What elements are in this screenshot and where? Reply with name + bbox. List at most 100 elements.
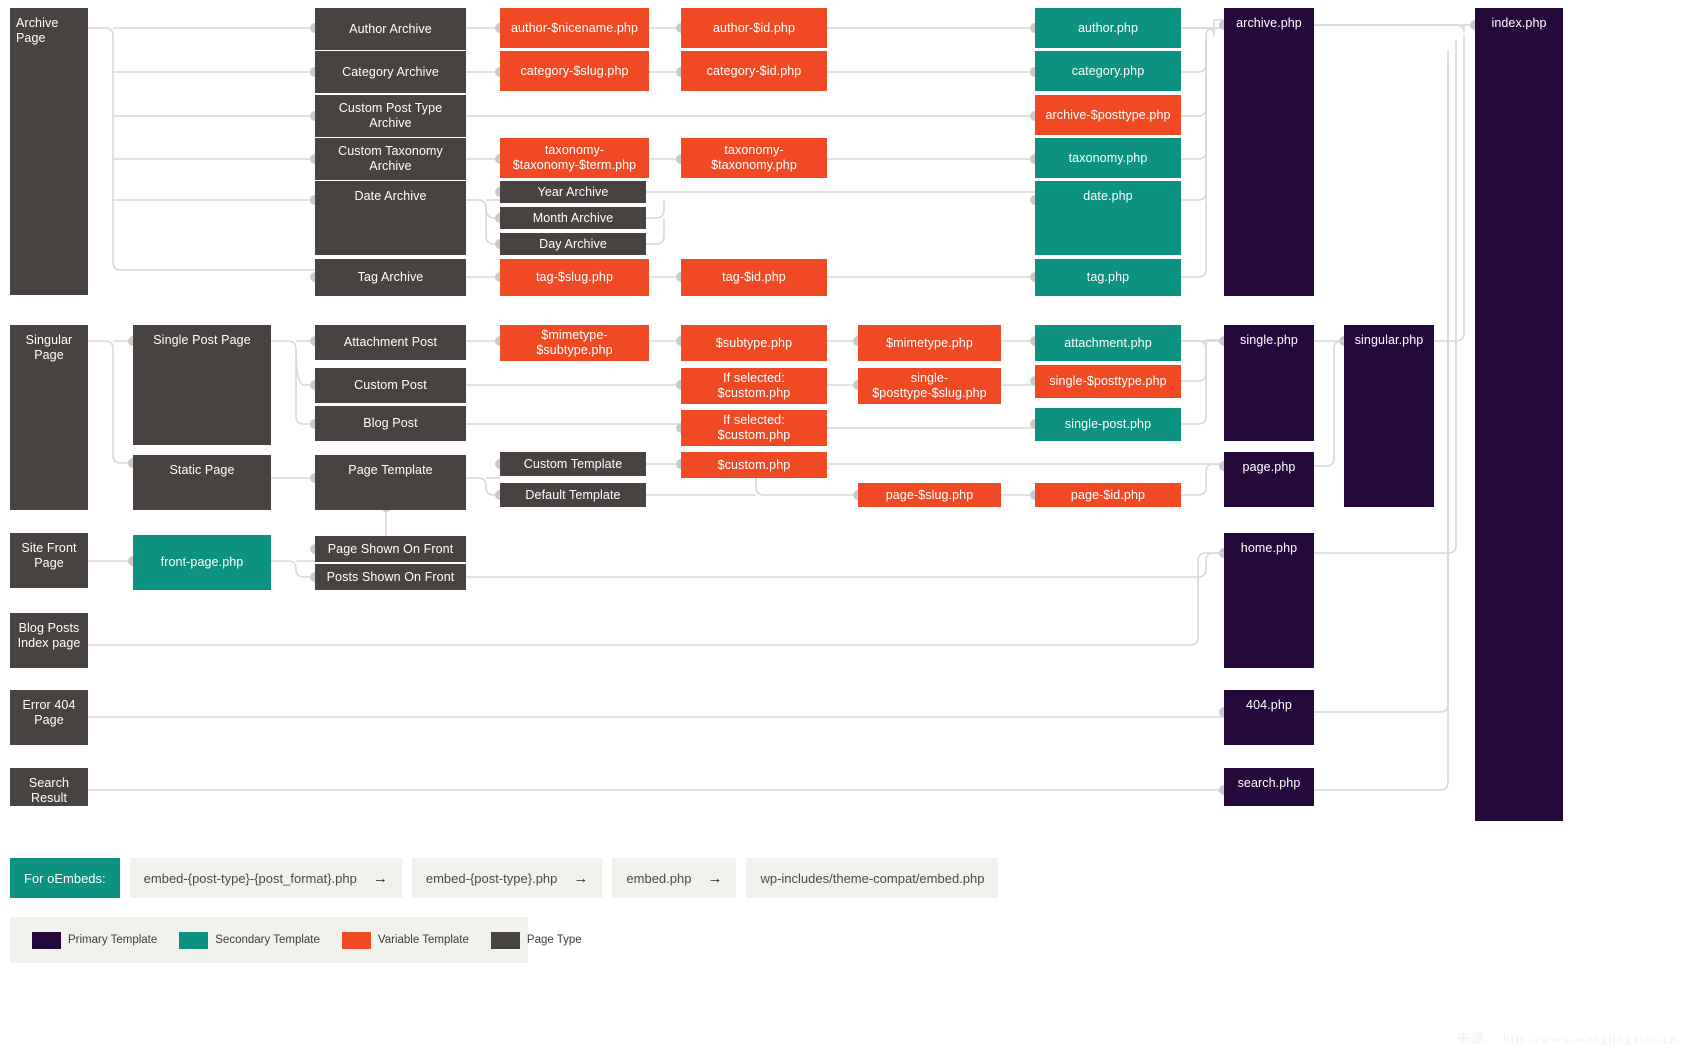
node-custom-post-type-archive[interactable]: Custom Post Type Archive bbox=[315, 95, 466, 137]
node-site-front-page[interactable]: Site Front Page bbox=[10, 533, 88, 588]
node-blog-post-label: Blog Post bbox=[363, 416, 418, 431]
node-page-id-php[interactable]: page-$id.php bbox=[1035, 483, 1181, 507]
oembed-step-2-label: embed.php bbox=[626, 870, 692, 886]
node-author-archive[interactable]: Author Archive bbox=[315, 8, 466, 50]
legend-label-primary: Primary Template bbox=[68, 934, 158, 946]
node-singular-page[interactable]: Singular Page bbox=[10, 325, 88, 510]
node-date-php-label: date.php bbox=[1083, 189, 1133, 203]
node-author-nicename-php[interactable]: author-$nicename.php bbox=[500, 8, 649, 48]
node-date-php[interactable]: date.php bbox=[1035, 181, 1181, 255]
node-date-archive-label: Date Archive bbox=[354, 189, 427, 203]
node-category-archive[interactable]: Category Archive bbox=[315, 51, 466, 93]
legend-label-secondary: Secondary Template bbox=[215, 934, 320, 946]
node-search-php[interactable]: search.php bbox=[1224, 768, 1314, 806]
node-taxonomy-php[interactable]: taxonomy.php bbox=[1035, 138, 1181, 178]
node-mimetype-php[interactable]: $mimetype.php bbox=[858, 325, 1001, 361]
node-tag-slug-php-label: tag-$slug.php bbox=[535, 270, 614, 285]
node-search-result-page[interactable]: Search Result Page bbox=[10, 768, 88, 820]
node-home-php[interactable]: home.php bbox=[1224, 533, 1314, 668]
node-archive-posttype-php-label: archive-$posttype.php bbox=[1045, 107, 1171, 122]
node-tag-slug-php[interactable]: tag-$slug.php bbox=[500, 259, 649, 296]
node-year-archive[interactable]: Year Archive bbox=[500, 181, 646, 203]
node-singular-php[interactable]: singular.php bbox=[1344, 325, 1434, 507]
node-archive-php-label: archive.php bbox=[1236, 16, 1302, 30]
node-date-archive[interactable]: Date Archive bbox=[315, 181, 466, 255]
node-tag-php-label: tag.php bbox=[1086, 270, 1130, 285]
node-category-id-php[interactable]: category-$id.php bbox=[681, 51, 827, 91]
node-if-selected-custom-2[interactable]: If selected: $custom.php bbox=[681, 410, 827, 446]
node-site-front-page-label: Site Front Page bbox=[21, 541, 77, 570]
node-custom-php[interactable]: $custom.php bbox=[681, 452, 827, 478]
node-archive-posttype-php[interactable]: archive-$posttype.php bbox=[1035, 95, 1181, 135]
node-taxonomy-taxonomy-term-php[interactable]: taxonomy- $taxonomy-$term.php bbox=[500, 138, 649, 178]
source-watermark: 来源： http://www.wangjingxian.cn bbox=[1456, 1031, 1677, 1046]
node-tag-id-php[interactable]: tag-$id.php bbox=[681, 259, 827, 296]
node-singular-php-label: singular.php bbox=[1354, 333, 1424, 347]
node-if-selected-custom-1[interactable]: If selected: $custom.php bbox=[681, 368, 827, 404]
arrow-right-icon: → bbox=[372, 869, 388, 887]
node-author-php[interactable]: author.php bbox=[1035, 8, 1181, 48]
node-month-archive[interactable]: Month Archive bbox=[500, 207, 646, 229]
node-page-php-label: page.php bbox=[1242, 460, 1296, 474]
node-attachment-php[interactable]: attachment.php bbox=[1035, 325, 1181, 361]
node-front-page-php[interactable]: front-page.php bbox=[133, 535, 271, 590]
node-default-template-label: Default Template bbox=[525, 487, 621, 502]
node-tag-archive[interactable]: Tag Archive bbox=[315, 259, 466, 296]
node-page-php[interactable]: page.php bbox=[1224, 452, 1314, 507]
node-day-archive-label: Day Archive bbox=[539, 236, 607, 251]
node-single-post-php[interactable]: single-post.php bbox=[1035, 408, 1181, 441]
node-attachment-post[interactable]: Attachment Post bbox=[315, 325, 466, 360]
node-category-slug-php-label: category-$slug.php bbox=[520, 63, 629, 78]
node-tag-php[interactable]: tag.php bbox=[1035, 259, 1181, 296]
node-category-php[interactable]: category.php bbox=[1035, 51, 1181, 91]
node-page-shown-on-front[interactable]: Page Shown On Front bbox=[315, 536, 466, 562]
oembed-step-0[interactable]: embed-{post-type}-{post_format}.php → bbox=[129, 858, 402, 898]
node-page-template[interactable]: Page Template bbox=[315, 455, 466, 510]
node-taxonomy-taxonomy-php-label: taxonomy- $taxonomy.php bbox=[711, 143, 797, 172]
node-singular-page-label: Singular Page bbox=[25, 333, 73, 362]
node-blog-posts-index-page[interactable]: Blog Posts Index page bbox=[10, 613, 88, 668]
node-single-post-page-label: Single Post Page bbox=[153, 333, 251, 347]
node-subtype-php[interactable]: $subtype.php bbox=[681, 325, 827, 361]
oembed-step-1-label: embed-{post-type}.php bbox=[425, 870, 558, 886]
node-taxonomy-taxonomy-php[interactable]: taxonomy- $taxonomy.php bbox=[681, 138, 827, 178]
node-mimetype-subtype-php[interactable]: $mimetype- $subtype.php bbox=[500, 325, 649, 361]
node-home-php-label: home.php bbox=[1240, 541, 1298, 555]
node-default-template[interactable]: Default Template bbox=[500, 483, 646, 507]
oembed-step-2[interactable]: embed.php → bbox=[612, 858, 737, 898]
node-author-nicename-php-label: author-$nicename.php bbox=[510, 20, 639, 35]
node-page-template-label: Page Template bbox=[348, 463, 433, 477]
node-single-php[interactable]: single.php bbox=[1224, 325, 1314, 441]
node-day-archive[interactable]: Day Archive bbox=[500, 233, 646, 255]
node-archive-php[interactable]: archive.php bbox=[1224, 8, 1314, 296]
node-archive-page-label: Archive Page bbox=[16, 16, 59, 45]
diagram-canvas: Archive Page Author Archive Category Archi… bbox=[0, 0, 1685, 1051]
oembed-step-3[interactable]: wp-includes/theme-compat/embed.php bbox=[746, 858, 999, 898]
node-404-php[interactable]: 404.php bbox=[1224, 690, 1314, 745]
node-front-page-php-label: front-page.php bbox=[160, 555, 244, 570]
node-category-slug-php[interactable]: category-$slug.php bbox=[500, 51, 649, 91]
node-404-php-label: 404.php bbox=[1246, 698, 1292, 712]
node-custom-post-type-archive-label: Custom Post Type Archive bbox=[338, 101, 443, 130]
node-static-page[interactable]: Static Page bbox=[133, 455, 271, 510]
node-posts-shown-on-front[interactable]: Posts Shown On Front bbox=[315, 564, 466, 590]
node-error-404-page-label: Error 404 Page bbox=[22, 698, 76, 727]
node-error-404-page[interactable]: Error 404 Page bbox=[10, 690, 88, 745]
node-custom-post[interactable]: Custom Post bbox=[315, 368, 466, 403]
node-single-posttype-php[interactable]: single-$posttype.php bbox=[1035, 365, 1181, 398]
legend-item-variable: Variable Template bbox=[341, 931, 469, 949]
legend-label-variable: Variable Template bbox=[377, 934, 469, 946]
node-custom-template[interactable]: Custom Template bbox=[500, 452, 646, 476]
oembed-step-1[interactable]: embed-{post-type}.php → bbox=[411, 858, 603, 898]
node-custom-taxonomy-archive[interactable]: Custom Taxonomy Archive bbox=[315, 138, 466, 180]
oembed-flow: For oEmbeds: embed-{post-type}-{post_for… bbox=[10, 858, 1008, 898]
node-blog-post[interactable]: Blog Post bbox=[315, 406, 466, 441]
node-author-id-php[interactable]: author-$id.php bbox=[681, 8, 827, 48]
node-archive-page[interactable]: Archive Page bbox=[10, 8, 88, 295]
node-attachment-php-label: attachment.php bbox=[1064, 335, 1152, 350]
node-index-php[interactable]: index.php bbox=[1475, 8, 1563, 821]
node-page-slug-php[interactable]: page-$slug.php bbox=[858, 483, 1001, 507]
node-single-post-page[interactable]: Single Post Page bbox=[133, 325, 271, 445]
node-single-posttype-slug-php-label: single- $posttype-$slug.php bbox=[872, 371, 987, 400]
node-single-posttype-slug-php[interactable]: single- $posttype-$slug.php bbox=[858, 368, 1001, 404]
